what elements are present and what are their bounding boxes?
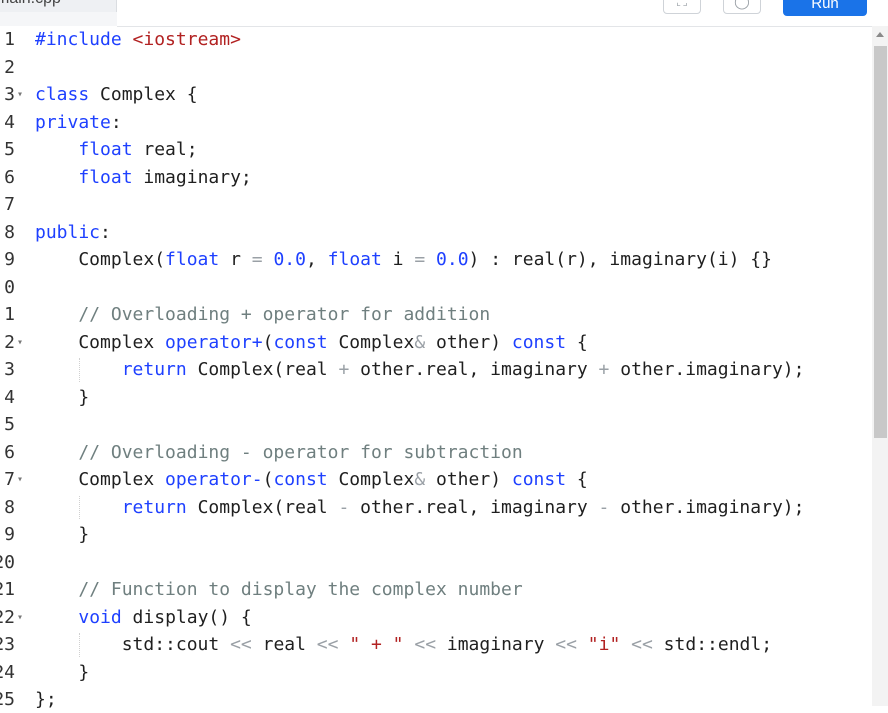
code-text: return Complex(real - other.real, imagin… [121,496,805,518]
code-text: float imaginary; [78,166,252,188]
code-text: // Function to display the complex numbe… [78,579,523,600]
fold-toggle-icon[interactable]: ▾ [17,329,23,356]
code-text: public: [35,221,111,243]
line-number: 20 [0,551,15,573]
expand-icon: ⛶ [677,0,687,10]
code-line[interactable]: 20 [0,549,872,576]
line-number: 5 [4,139,15,160]
code-line[interactable]: 8 return Complex(real - other.real, imag… [0,494,872,521]
settings-icon: ◯ [734,0,750,10]
line-number: 7 [4,194,15,215]
line-number: 7 [4,469,15,490]
vertical-scrollbar[interactable] [872,26,888,706]
fold-toggle-icon[interactable]: ▾ [17,81,23,108]
code-line[interactable]: 24 } [0,659,872,686]
line-number: 1 [4,29,15,50]
code-text: class Complex { [35,84,198,105]
editor-toolbar: ⛶ ◯ [117,0,888,27]
line-number: 4 [4,111,15,133]
line-number: 3 [4,84,15,105]
line-number: 23 [0,634,15,655]
line-number: 2 [4,331,15,353]
line-number: 8 [4,496,15,518]
code-line[interactable]: 9 } [0,521,872,548]
code-line[interactable]: 25}; [0,686,872,713]
code-text: std::cout << real << " + " << imaginary … [35,634,773,655]
code-line[interactable]: 8 public: [0,219,872,246]
code-text: void display() { [78,606,252,628]
line-number: 25 [0,689,15,710]
code-text: return Complex(real + other.real, imagin… [121,359,805,380]
file-tab[interactable]: main.cpp [0,0,117,12]
fold-toggle-icon[interactable]: ▾ [17,466,23,493]
run-button-label: Run [811,0,839,12]
editor-header: main.cpp ⛶ ◯ Run [0,0,888,27]
line-number: 1 [4,304,15,325]
code-text: Complex operator-(const Complex& other) … [35,469,588,490]
run-button[interactable]: Run [783,0,867,16]
line-number: 6 [4,166,15,188]
line-number: 0 [4,276,15,298]
code-text: } [35,661,90,683]
code-line[interactable]: 7 [0,191,872,218]
code-line[interactable]: 6 // Overloading - operator for subtract… [0,439,872,466]
scrollbar-thumb[interactable] [874,46,887,438]
code-text: #include <iostream> [35,29,241,50]
line-number: 5 [4,414,15,435]
code-line[interactable]: 7 ▾ Complex operator-(const Complex& othe… [0,466,872,493]
code-line[interactable]: 9 Complex(float r = 0.0, float i = 0.0) … [0,246,872,273]
code-line[interactable]: 23 std::cout << real << " + " << imagina… [0,631,872,658]
line-number: 21 [0,579,15,600]
indent-guide [79,495,80,519]
code-text: Complex(float r = 0.0, float i = 0.0) : … [35,249,772,270]
code-text: } [35,524,90,545]
code-line[interactable]: 1 // Overloading + operator for addition [0,301,872,328]
code-line[interactable]: 4 private: [0,109,872,136]
line-number: 24 [0,661,15,683]
line-number: 8 [4,221,15,243]
indent-guide [79,633,80,657]
fold-toggle-icon[interactable]: ▾ [17,604,23,631]
line-number: 2 [4,56,15,78]
code-line[interactable]: 5 float real; [0,136,872,163]
settings-button[interactable]: ◯ [723,0,761,14]
code-line[interactable]: 1 #include <iostream> [0,26,872,53]
indent-guide [79,358,80,382]
code-text: private: [35,111,122,133]
line-number: 22 [0,606,15,628]
code-text: // Overloading + operator for addition [78,304,491,325]
code-line[interactable]: 22▾ void display() { [0,604,872,631]
code-line[interactable]: 2 ▾ Complex operator+(const Complex& othe… [0,329,872,356]
line-number: 6 [4,441,15,463]
code-line[interactable]: 5 [0,411,872,438]
code-text: }; [35,689,57,710]
line-number: 9 [4,249,15,270]
code-line[interactable]: 6 float imaginary; [0,164,872,191]
code-text: float real; [78,139,198,160]
code-line[interactable]: 3 return Complex(real + other.real, imag… [0,356,872,383]
line-number: 4 [4,386,15,408]
code-text: } [35,386,90,408]
code-line[interactable]: 3 ▾ class Complex { [0,81,872,108]
code-text: // Overloading - operator for subtractio… [78,441,523,463]
scroll-up-arrow-icon[interactable] [876,32,884,37]
code-line[interactable]: 21 // Function to display the complex nu… [0,576,872,603]
file-tab-label: main.cpp [0,0,61,8]
line-number: 3 [4,359,15,380]
code-text: Complex operator+(const Complex& other) … [35,331,588,353]
code-line[interactable]: 2 [0,54,872,81]
code-editor[interactable]: 1 #include <iostream> 2 3 ▾ class Complex {4 p… [0,26,872,710]
code-line[interactable]: 0 [0,274,872,301]
expand-button[interactable]: ⛶ [663,0,701,14]
line-number: 9 [4,524,15,545]
code-line[interactable]: 4 } [0,384,872,411]
